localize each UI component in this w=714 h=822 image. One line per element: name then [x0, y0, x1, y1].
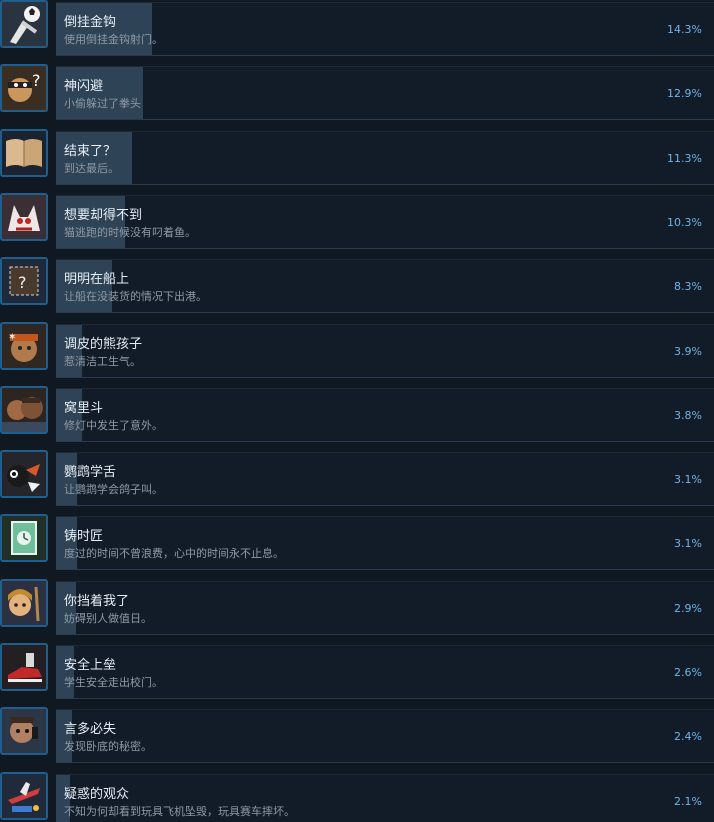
achievement-title: 明明在船上	[64, 272, 130, 288]
achievement-title: 铸时匠	[64, 529, 104, 545]
achievement-description: 学生安全走出校门。	[64, 676, 163, 689]
spy-phone-icon	[0, 707, 48, 756]
achievement-title: 安全上垒	[64, 658, 117, 673]
achievement-description: 让船在没装货的情况下出港。	[64, 290, 207, 304]
achievement-card: 疑惑的观众不知为何却看到玩具飞机坠毁，玩具赛车摔坏。 2.1%	[56, 773, 714, 822]
achievement-title: 想要却得不到	[64, 207, 143, 223]
achievement-row[interactable]: 你挡着我了妨碍别人做值日。 2.9%	[0, 578, 714, 637]
thief-question-icon: ?	[0, 64, 48, 113]
achievement-card: 明明在船上让船在没装货的情况下出港。 8.3%	[56, 259, 714, 314]
achievement-title: 鹦鹉学舌	[64, 465, 117, 481]
ship-box-icon: ?	[0, 257, 48, 306]
achievement-card: 结束了？ 到达最后。 11.3%	[56, 130, 714, 185]
achievement-description: 不知为何却看到玩具飞机坠毁，玩具赛车摔坏。	[64, 804, 295, 818]
unlock-percentage: 3.9%	[674, 344, 702, 358]
achievement-row[interactable]: 想要却得不到猫逃跑的时候没有叼着鱼。 10.3%	[0, 192, 714, 251]
achievement-list: 倒挂金钩 使用倒挂金钩射门。 14.3%? 神闪避 小偷躲过了拳头 12.9% 结束了？ 到达…	[0, 0, 714, 822]
achievement-description: 发现卧底的秘密。	[64, 740, 152, 754]
achievement-row[interactable]: 安全上垒学生安全走出校门。 2.6%	[0, 643, 714, 701]
girl-broom-icon	[0, 578, 48, 627]
achievement-row[interactable]: ? 神闪避小偷躲过了拳头 12.9%	[0, 64, 714, 122]
achievement-card: 言多必失发现卧底的秘密。 2.4%	[56, 709, 714, 764]
angry-janitor-icon: ✶	[0, 321, 48, 370]
achievement-title: 你挡着我了	[64, 593, 130, 609]
achievement-card: 安全上垒学生安全走出校门。 2.6%	[56, 645, 714, 699]
achievement-row[interactable]: 结束了？ 到达最后。 11.3%	[0, 128, 714, 187]
achievement-description: 小偷躲过了拳头	[64, 97, 141, 111]
achievement-title: 言多必失	[64, 722, 117, 738]
soccer-kick-icon	[0, 0, 48, 48]
toy-plane-icon	[0, 771, 48, 820]
unlock-percentage: 8.3%	[674, 280, 702, 294]
achievement-description: 惹清洁工生气。	[64, 354, 141, 368]
achievement-description: 猫逃跑的时候没有叼着鱼。	[64, 225, 196, 239]
sneaker-icon	[0, 643, 48, 691]
achievement-row[interactable]: 言多必失发现卧底的秘密。 2.4%	[0, 707, 714, 765]
open-book-icon	[0, 128, 48, 177]
achievement-card: 想要却得不到猫逃跑的时候没有叼着鱼。 10.3%	[56, 194, 714, 249]
unlock-percentage: 3.1%	[674, 537, 702, 551]
achievement-title: 结束了？	[64, 143, 117, 159]
achievement-row[interactable]: 鹦鹉学舌让鹦鹉学会鸽子叫。 3.1%	[0, 450, 714, 508]
achievement-description: 使用倒挂金钩射门。	[64, 33, 163, 46]
achievement-card: 鹦鹉学舌让鹦鹉学会鸽子叫。 3.1%	[56, 452, 714, 507]
cat-fish-icon	[0, 192, 48, 241]
unlock-percentage: 2.9%	[674, 601, 702, 615]
achievement-title: 倒挂金钩	[64, 15, 117, 30]
unlock-percentage: 2.4%	[674, 730, 702, 744]
achievement-description: 让鹦鹉学会鸽子叫。	[64, 483, 163, 497]
two-men-icon	[0, 385, 48, 434]
unlock-percentage: 11.3%	[667, 151, 702, 165]
unlock-percentage: 2.1%	[674, 794, 702, 808]
achievement-row[interactable]: 窝里斗修灯中发生了意外。 3.8%	[0, 385, 714, 444]
unlock-percentage: 2.6%	[674, 666, 702, 679]
achievement-title: 调皮的熊孩子	[64, 336, 143, 352]
achievement-row[interactable]: ✶ 调皮的熊孩子 惹清洁工生气。 3.9%	[0, 321, 714, 380]
unlock-percentage: 10.3%	[667, 215, 702, 229]
achievement-row[interactable]: ? 明明在船上让船在没装货的情况下出港。 8.3%	[0, 257, 714, 315]
achievement-description: 修灯中发生了意外。	[64, 418, 163, 432]
unlock-percentage: 14.3%	[667, 23, 702, 36]
achievement-title: 窝里斗	[64, 400, 104, 416]
achievement-row[interactable]: 铸时匠度过的时间不曾浪费，心中的时间永不止息。 3.1%	[0, 514, 714, 572]
unlock-percentage: 3.1%	[674, 473, 702, 487]
achievement-card: 窝里斗修灯中发生了意外。 3.8%	[56, 387, 714, 442]
achievement-description: 度过的时间不曾浪费，心中的时间永不止息。	[64, 547, 284, 561]
svg-text:✶: ✶	[8, 332, 16, 343]
svg-text:?: ?	[32, 71, 41, 90]
achievement-description: 到达最后。	[64, 161, 119, 175]
achievement-card: 铸时匠度过的时间不曾浪费，心中的时间永不止息。 3.1%	[56, 516, 714, 571]
achievement-row[interactable]: 倒挂金钩使用倒挂金钩射门。 14.3%	[0, 0, 714, 58]
achievement-description: 妨碍别人做值日。	[64, 611, 152, 625]
achievement-card: 神闪避小偷躲过了拳头 12.9%	[56, 66, 714, 121]
achievement-card: 倒挂金钩使用倒挂金钩射门。 14.3%	[56, 2, 714, 56]
svg-text:?: ?	[18, 273, 27, 292]
clock-box-icon	[0, 514, 48, 563]
achievement-row[interactable]: 疑惑的观众不知为何却看到玩具飞机坠毁，玩具赛车摔坏。 2.1%	[0, 771, 714, 822]
parrot-icon	[0, 450, 48, 499]
achievement-card: 你挡着我了妨碍别人做值日。 2.9%	[56, 580, 714, 635]
achievement-title: 疑惑的观众	[64, 786, 130, 802]
achievement-title: 神闪避	[64, 79, 104, 95]
achievement-card: 调皮的熊孩子 惹清洁工生气。 3.9%	[56, 323, 714, 378]
unlock-percentage: 3.8%	[674, 408, 702, 422]
unlock-percentage: 12.9%	[667, 87, 702, 101]
